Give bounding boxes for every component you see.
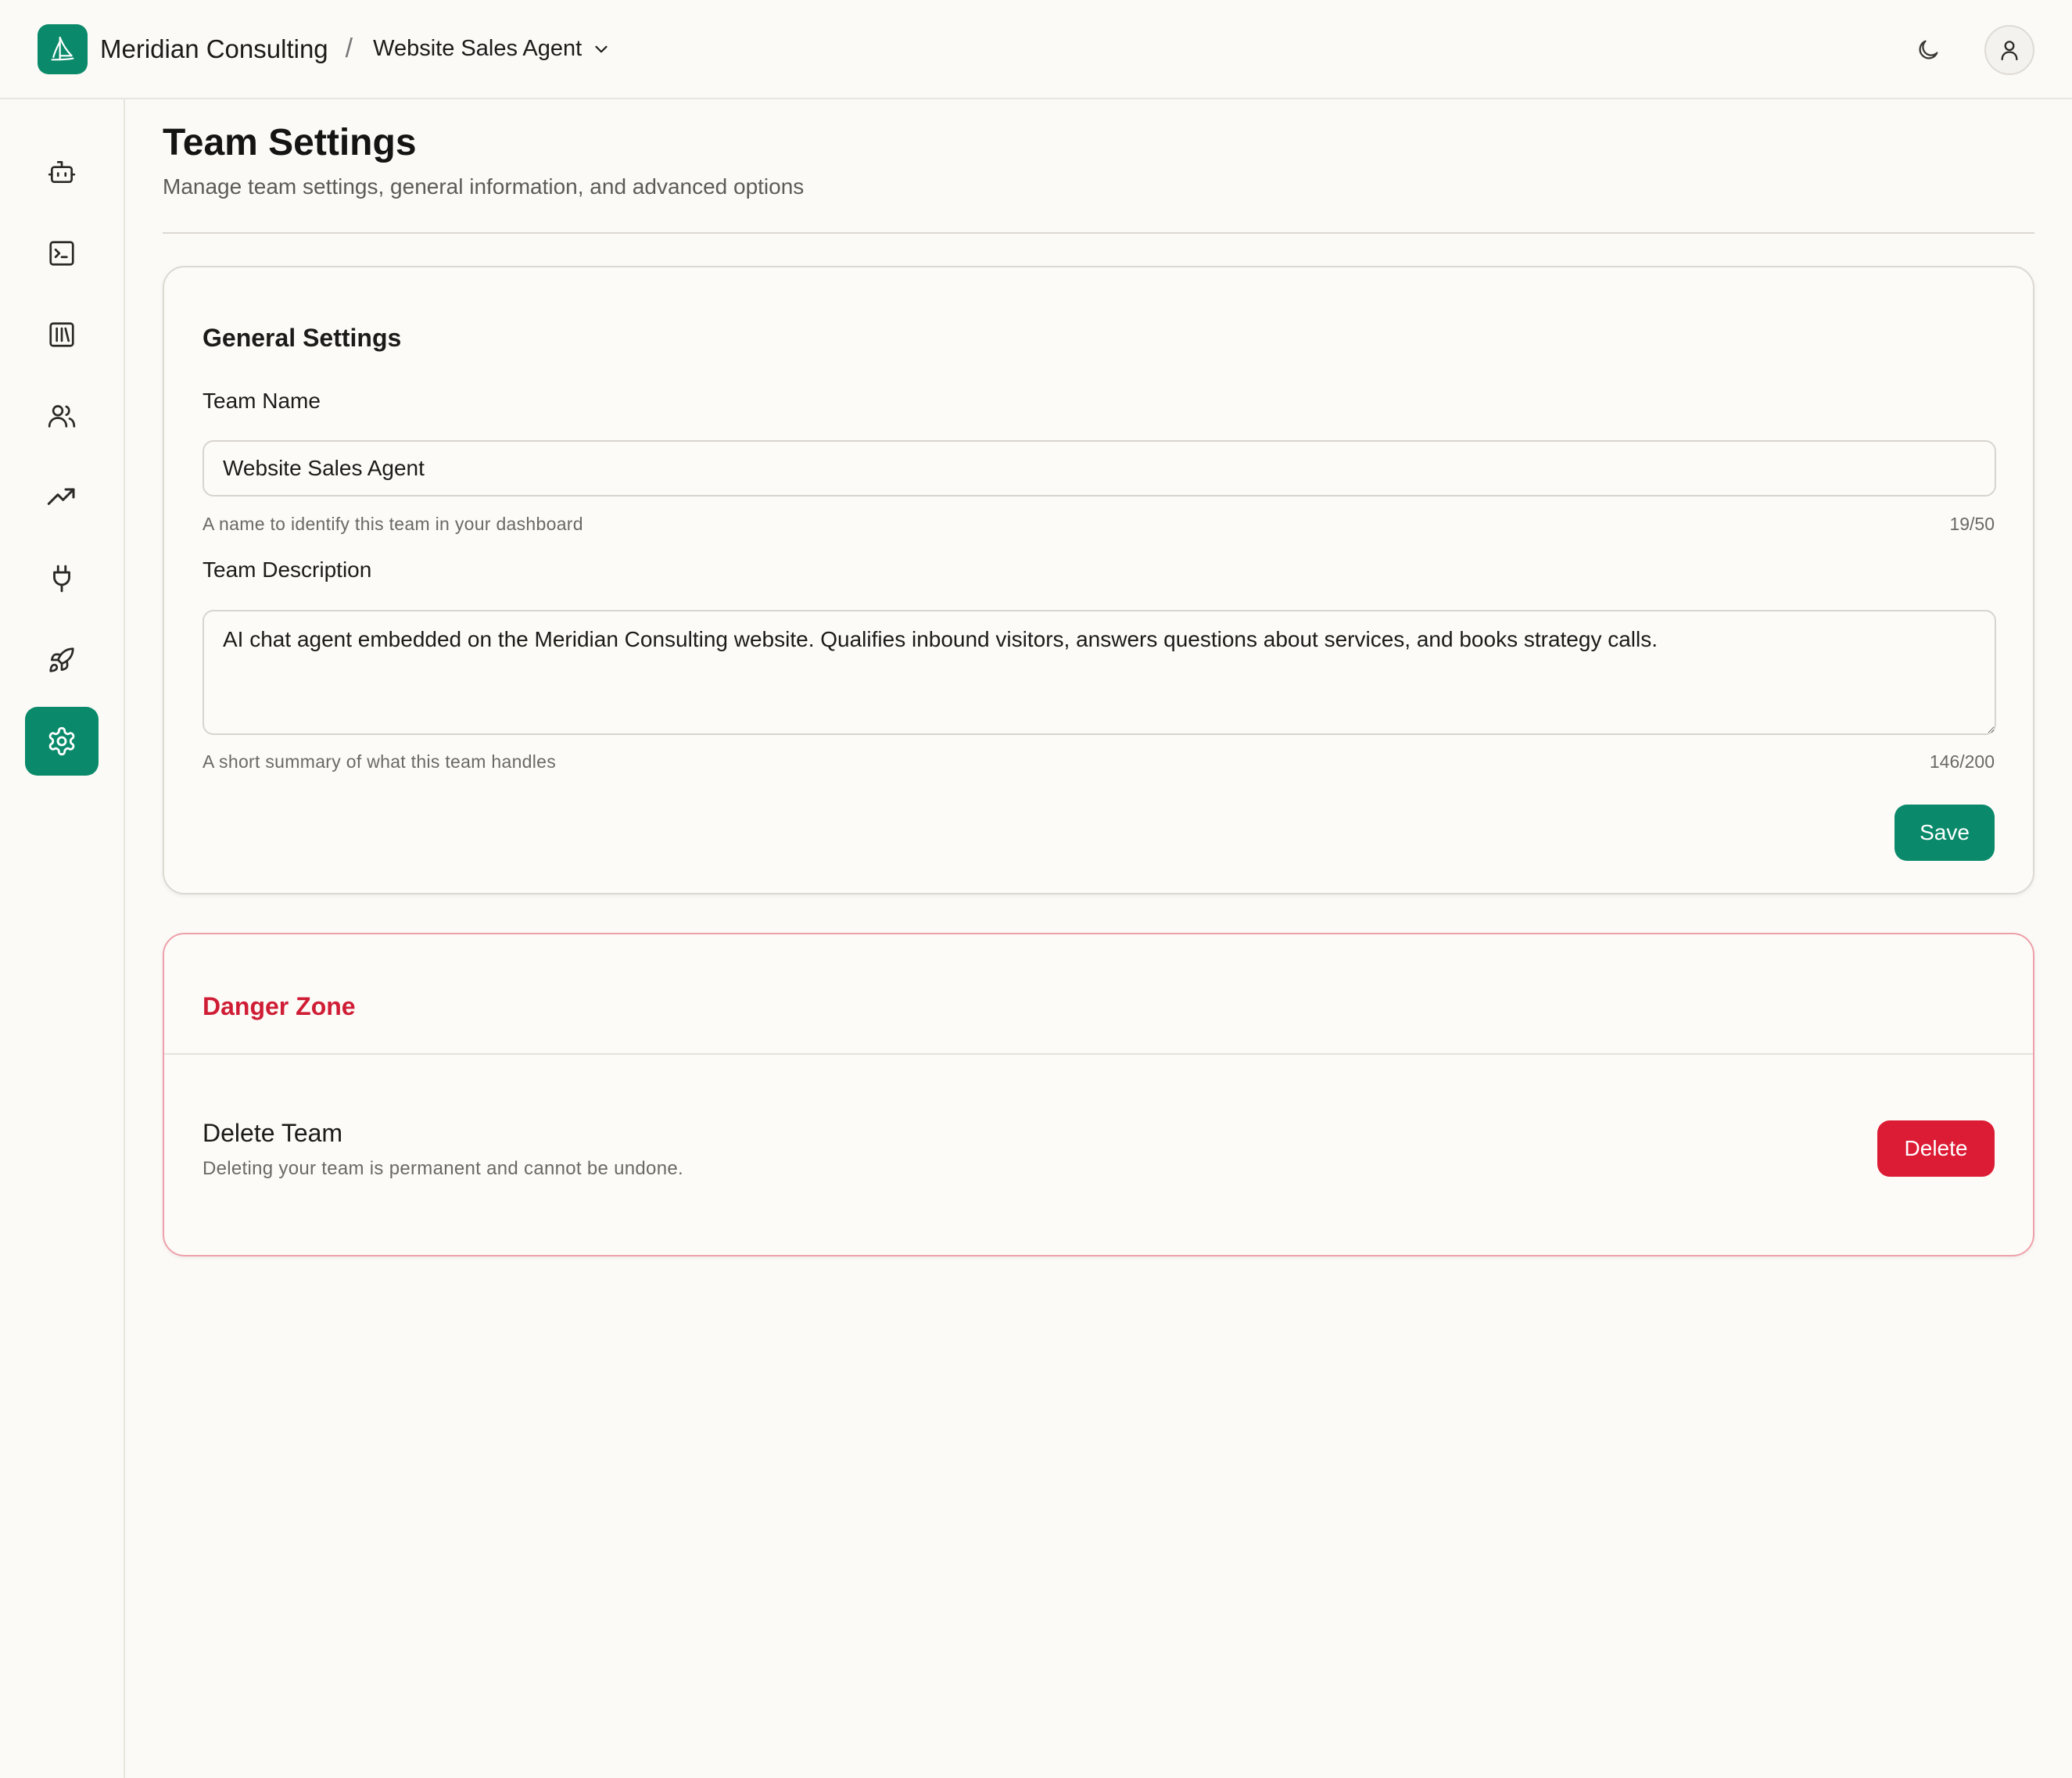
team-description-hint: A short summary of what this team handle… — [203, 751, 557, 772]
chevron-down-icon — [595, 45, 608, 52]
danger-zone-card: Danger Zone Delete Team Deleting your te… — [163, 933, 2034, 1256]
breadcrumb-separator: / — [345, 34, 353, 63]
sidebar-item-agents[interactable] — [25, 138, 99, 206]
users-icon — [48, 405, 76, 428]
team-name-char-count: 19/50 — [1949, 514, 1995, 534]
user-icon — [2001, 40, 2018, 60]
plug-icon — [53, 565, 70, 593]
org-name[interactable]: Meridian Consulting — [100, 34, 328, 64]
delete-team-description: Deleting your team is permanent and cann… — [203, 1158, 683, 1179]
page-title: Team Settings — [163, 122, 417, 163]
sidebar-item-library[interactable] — [25, 300, 99, 369]
team-description-label: Team Description — [203, 557, 372, 582]
sidebar-item-analytics[interactable] — [25, 463, 99, 532]
sidebar-item-integrations[interactable] — [25, 544, 99, 613]
delete-team-button[interactable]: Delete — [1877, 1120, 1995, 1177]
team-description-char-count: 146/200 — [1929, 751, 1995, 772]
sidebar-item-console[interactable] — [25, 219, 99, 288]
rocket-icon — [49, 647, 74, 672]
danger-zone-divider — [164, 1053, 2033, 1055]
theme-toggle-button[interactable] — [1905, 27, 1952, 73]
danger-zone-title: Danger Zone — [203, 992, 356, 1020]
trending-up-icon — [47, 488, 75, 505]
user-avatar-button[interactable] — [1984, 24, 2034, 75]
general-settings-title: General Settings — [203, 324, 402, 352]
sailboat-logo-icon[interactable] — [38, 23, 88, 74]
moon-icon — [1919, 40, 1938, 59]
delete-team-title: Delete Team — [203, 1119, 343, 1147]
save-button[interactable]: Save — [1895, 805, 1995, 861]
top-header: Meridian Consulting / Website Sales Agen… — [0, 0, 2072, 99]
sidebar-item-users[interactable] — [25, 382, 99, 450]
sidebar-item-deploy[interactable] — [25, 626, 99, 694]
team-name-label: Team Name — [203, 389, 321, 413]
header-divider — [163, 232, 2034, 234]
settings-icon — [48, 726, 75, 756]
sidebar-item-settings[interactable] — [25, 707, 99, 776]
general-settings-card: General Settings Team Name A name to ide… — [163, 266, 2034, 894]
team-name-hint: A name to identify this team in your das… — [203, 514, 583, 534]
terminal-icon — [49, 241, 74, 266]
sidebar — [0, 99, 125, 1778]
bot-icon — [48, 160, 76, 184]
team-name-input[interactable] — [203, 440, 1996, 496]
team-selector[interactable]: Website Sales Agent — [373, 36, 611, 62]
team-description-textarea[interactable]: AI chat agent embedded on the Meridian C… — [203, 610, 1996, 735]
page-subtitle: Manage team settings, general informatio… — [163, 174, 805, 199]
team-selector-label: Website Sales Agent — [373, 36, 583, 61]
library-icon — [49, 322, 74, 347]
